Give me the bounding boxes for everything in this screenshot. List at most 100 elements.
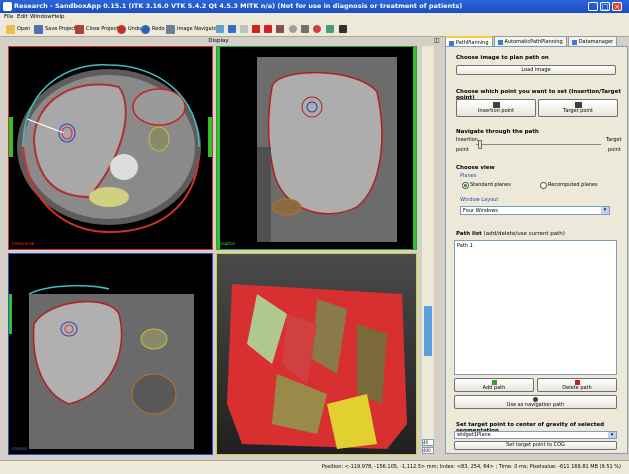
sphere-tool-icon[interactable] (313, 25, 321, 33)
standard-planes-radio[interactable] (462, 182, 469, 189)
chevron-down-icon[interactable]: ▾ (608, 432, 616, 438)
chevron-down-icon[interactable]: ▾ (601, 207, 609, 214)
delete-path-button[interactable]: Delete path (537, 378, 617, 392)
path-list[interactable]: Path 1 (454, 240, 617, 375)
level-window-slider[interactable] (422, 46, 434, 441)
undo-button[interactable]: Undo (117, 24, 141, 34)
level-window-handle[interactable] (424, 306, 432, 356)
plugin-tool-icon[interactable] (339, 25, 347, 33)
target-point-text: point (608, 147, 621, 153)
datamanager-icon (571, 39, 577, 45)
use-as-navigation-path-label: Use as navigation path (506, 402, 565, 408)
save-icon (34, 24, 43, 34)
redo-icon (141, 24, 150, 34)
window-input[interactable]: 400 (422, 447, 434, 454)
maximize-button[interactable]: □ (600, 2, 610, 11)
sagittal-view[interactable]: sagittal (216, 46, 417, 250)
add-path-button[interactable]: Add path (454, 378, 534, 392)
path-list-title-text: Path list (456, 231, 482, 237)
measure-tool-icon[interactable] (240, 25, 248, 33)
heartbeat-tool-icon[interactable] (326, 25, 334, 33)
recomputed-planes-radio[interactable] (540, 182, 547, 189)
volume-tool-icon[interactable] (228, 25, 236, 33)
folder-icon (6, 24, 15, 34)
window-layout-select[interactable]: Four Windows ▾ (460, 206, 610, 215)
undock-icon[interactable]: ◫ (434, 37, 440, 44)
axial-view-label: transversal (12, 241, 35, 246)
list-item[interactable]: Path 1 (457, 243, 473, 249)
menu-edit[interactable]: Edit (17, 14, 28, 20)
delete-path-label: Delete path (562, 385, 592, 391)
standard-planes-label: Standard planes (470, 182, 511, 188)
insertion-point-button[interactable]: Insertion point (456, 99, 536, 117)
segmentation-select[interactable]: widget1Plane ▾ (454, 431, 617, 439)
open-button[interactable]: Open (6, 24, 30, 34)
axial-view[interactable]: transversal (8, 46, 213, 250)
red-tool-icon[interactable] (252, 25, 260, 33)
3d-view[interactable] (216, 253, 417, 455)
display-header: Display (208, 38, 229, 44)
image-tool-icon[interactable] (276, 25, 284, 33)
use-as-navigation-path-button[interactable]: Use as navigation path (454, 395, 617, 409)
sagittal-view-label: sagittal (220, 241, 235, 246)
coronal-view[interactable]: coronal (8, 253, 213, 455)
view-tabs: PathPlanning AutomaticPathPlanning Datam… (445, 36, 618, 48)
axial-ct-image (9, 64, 212, 234)
status-bar: Position: <-119.978, -156.105, -1,112.5>… (0, 460, 629, 474)
menu-window[interactable]: Window (30, 14, 52, 20)
status-text: Position: <-119.978, -156.105, -1,112.5>… (321, 464, 621, 470)
automaticpathplanning-icon (497, 39, 503, 45)
close-button[interactable]: × (612, 2, 622, 11)
window-title: Research - SandboxApp 0.15.1 (ITK 3.16.0… (14, 2, 463, 10)
menu-bar: File Edit Window Help (0, 13, 629, 22)
undo-label: Undo (128, 26, 142, 32)
save-project-button[interactable]: Save Project (34, 24, 76, 34)
insertion-slider-label: Insertion (456, 137, 478, 143)
title-bar: Research - SandboxApp 0.15.1 (ITK 3.16.0… (0, 0, 629, 13)
undo-icon (117, 24, 126, 34)
redo-button[interactable]: Redo (141, 24, 165, 34)
pathplanning-panel: Choose image to plan path on Load image … (445, 46, 628, 454)
target-slider-label: Target (606, 137, 622, 143)
segmentation-value: widget1Plane (457, 432, 491, 438)
image-navigator-label: Image Navigator (177, 26, 219, 32)
3d-render-image (227, 284, 407, 449)
minimize-button[interactable]: _ (588, 2, 598, 11)
pathplanning-icon (449, 40, 454, 46)
level-input[interactable]: 40 (422, 439, 434, 446)
path-slider-track[interactable] (476, 144, 601, 145)
coronal-ct-image (9, 284, 194, 449)
path-slider-handle[interactable] (478, 140, 482, 149)
save-project-label: Save Project (45, 26, 76, 32)
path-list-hint: (add/delete/use current path) (483, 231, 565, 237)
window-layout-value: Four Windows (463, 208, 498, 214)
redo-label: Redo (152, 26, 165, 32)
choose-view-title: Choose view (456, 165, 495, 171)
window-layout-label: Window Layout (460, 197, 499, 203)
coronal-view-label: coronal (12, 446, 27, 451)
grid-tool-icon[interactable] (301, 25, 309, 33)
close-project-icon (75, 24, 84, 34)
segmentation-tool-icon[interactable] (216, 25, 224, 33)
insertion-point-label: Insertion point (477, 108, 515, 114)
menu-file[interactable]: File (4, 14, 13, 20)
close-project-label: Close Project (86, 26, 119, 32)
menu-help[interactable]: Help (52, 14, 65, 20)
sagittal-ct-image (217, 47, 416, 249)
path-list-title: Path list (add/delete/use current path) (456, 231, 565, 237)
load-image-button[interactable]: Load image (456, 65, 616, 75)
close-project-button[interactable]: Close Project (75, 24, 118, 34)
navigate-title: Navigate through the path (456, 129, 539, 135)
add-path-label: Add path (482, 385, 506, 391)
recomputed-planes-label: Recomputed planes (548, 182, 598, 188)
planes-label: Planes (460, 173, 477, 179)
target-point-label: Target point (563, 108, 593, 114)
set-target-cog-label: Set target point to COG (506, 442, 565, 448)
image-navigator-button[interactable]: Image Navigator (166, 24, 219, 34)
zoom-icon[interactable] (289, 25, 297, 33)
app-icon (3, 2, 12, 11)
red-tool-2-icon[interactable] (264, 25, 272, 33)
target-point-button[interactable]: Target point (538, 99, 618, 117)
image-navigator-icon (166, 24, 175, 34)
set-target-cog-button[interactable]: Set target point to COG (454, 441, 617, 450)
